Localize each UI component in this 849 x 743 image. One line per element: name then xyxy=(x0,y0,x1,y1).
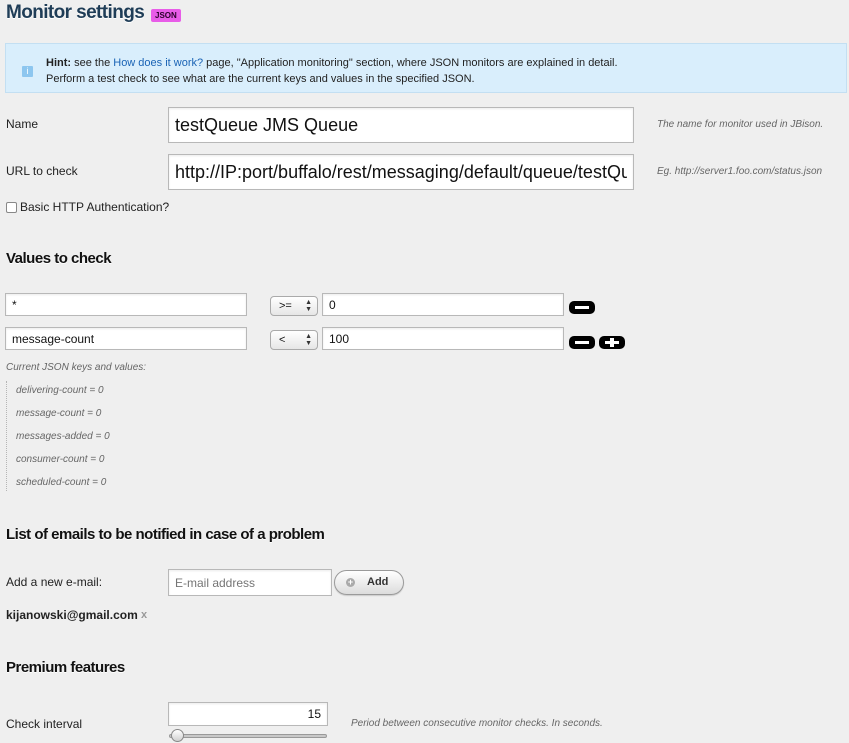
value-threshold-input[interactable] xyxy=(322,327,564,350)
operator-value: >= xyxy=(279,300,292,312)
basic-auth-checkbox[interactable] xyxy=(6,202,17,213)
add-email-label: Add a new e-mail: xyxy=(6,575,103,589)
key-value-item: scheduled-count = 0 xyxy=(16,477,107,488)
interval-slider-handle[interactable] xyxy=(171,729,184,742)
email-item: kijanowski@gmail.com xyxy=(6,608,138,622)
check-interval-input[interactable] xyxy=(168,702,328,726)
key-value-item: consumer-count = 0 xyxy=(16,454,105,465)
value-key-input[interactable] xyxy=(5,293,247,316)
hint-text: Hint: see the How does it work? page, "A… xyxy=(46,55,618,87)
check-interval-help: Period between consecutive monitor check… xyxy=(351,718,603,729)
operator-value: < xyxy=(279,334,286,346)
hint-box: i Hint: see the How does it work? page, … xyxy=(5,43,847,93)
page-title: Monitor settings xyxy=(6,2,145,23)
key-value-item: delivering-count = 0 xyxy=(16,385,104,396)
name-label: Name xyxy=(6,117,39,131)
how-does-it-work-link[interactable]: How does it work? xyxy=(113,57,203,69)
add-row-button[interactable] xyxy=(599,336,625,349)
email-input[interactable] xyxy=(168,569,332,596)
premium-section-title: Premium features xyxy=(6,659,125,676)
key-value-item: message-count = 0 xyxy=(16,408,102,419)
name-help: The name for monitor used in JBison. xyxy=(657,119,824,130)
select-arrows-icon: ▲ ▼ xyxy=(305,299,312,313)
interval-slider-track[interactable] xyxy=(169,734,327,738)
info-icon: i xyxy=(22,66,33,77)
remove-row-button[interactable] xyxy=(569,301,595,314)
remove-row-button[interactable] xyxy=(569,336,595,349)
keys-list-border xyxy=(6,381,8,491)
url-help: Eg. http://server1.foo.com/status.json xyxy=(657,166,823,177)
hint-line-1: Hint: see the How does it work? page, "A… xyxy=(46,55,618,71)
values-section-title: Values to check xyxy=(6,250,112,267)
json-badge: JSON xyxy=(151,9,181,22)
check-interval-label: Check interval xyxy=(6,717,83,731)
key-value-item: messages-added = 0 xyxy=(16,431,110,442)
hint-pre: see the xyxy=(71,57,114,69)
operator-select[interactable]: >= ▲ ▼ xyxy=(270,296,318,316)
operator-select[interactable]: < ▲ ▼ xyxy=(270,330,318,350)
hint-post: page, "Application monitoring" section, … xyxy=(203,57,618,69)
value-key-input[interactable] xyxy=(5,327,247,350)
current-keys-label: Current JSON keys and values: xyxy=(6,362,147,373)
hint-line-2: Perform a test check to see what are the… xyxy=(46,73,475,85)
url-label: URL to check xyxy=(6,164,78,178)
url-input[interactable] xyxy=(168,154,634,190)
plus-icon: + xyxy=(346,577,355,587)
select-arrows-icon: ▲ ▼ xyxy=(305,333,312,347)
add-button-label: Add xyxy=(367,576,389,588)
name-input[interactable] xyxy=(168,107,634,143)
hint-bold: Hint: xyxy=(46,57,72,69)
basic-auth-label[interactable]: Basic HTTP Authentication? xyxy=(20,200,169,214)
value-threshold-input[interactable] xyxy=(322,293,564,316)
remove-email-icon[interactable]: x xyxy=(141,609,147,621)
emails-section-title: List of emails to be notified in case of… xyxy=(6,526,325,543)
add-email-button[interactable]: + Add xyxy=(334,570,404,595)
